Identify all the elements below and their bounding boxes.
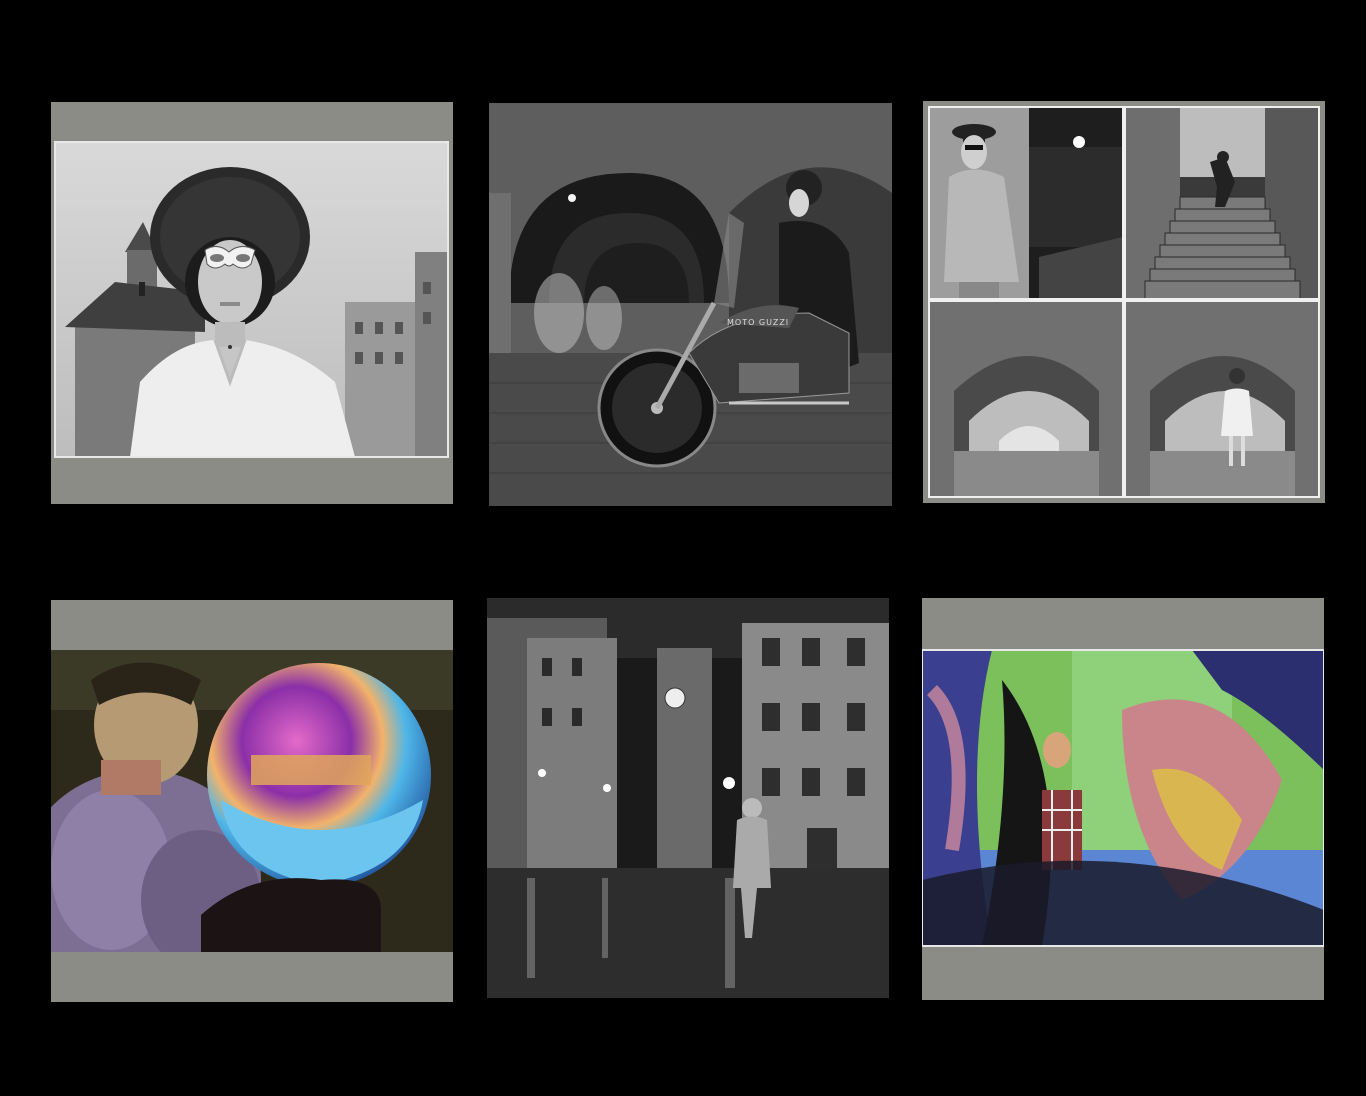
collage-panel-trenchcoat bbox=[928, 106, 1124, 300]
tile-motorcycle[interactable]: MOTO GUZZI bbox=[489, 103, 892, 506]
four-panel-noir-collage bbox=[923, 101, 1325, 503]
tile-distorted-reflection[interactable] bbox=[922, 598, 1324, 1000]
tile-crystal-ball[interactable] bbox=[51, 600, 453, 1002]
woman-crystal-ball-photo bbox=[51, 650, 453, 952]
rainy-night-square-photo bbox=[487, 598, 889, 998]
collage-panel-stairs bbox=[1124, 106, 1320, 300]
bike-brand-text: MOTO GUZZI bbox=[727, 318, 789, 327]
collage-panel-arcade-woman bbox=[1124, 300, 1320, 498]
tile-rainy-square[interactable] bbox=[487, 598, 889, 998]
woman-hat-sunglasses-photo bbox=[54, 141, 449, 458]
distorted-reflection-photo bbox=[922, 649, 1324, 947]
tile-woman-hat[interactable] bbox=[51, 102, 453, 504]
tile-noir-collage[interactable] bbox=[923, 101, 1325, 503]
motorcycle-arcade-photo: MOTO GUZZI bbox=[489, 103, 892, 506]
collage-panel-arcade-empty bbox=[928, 300, 1124, 498]
